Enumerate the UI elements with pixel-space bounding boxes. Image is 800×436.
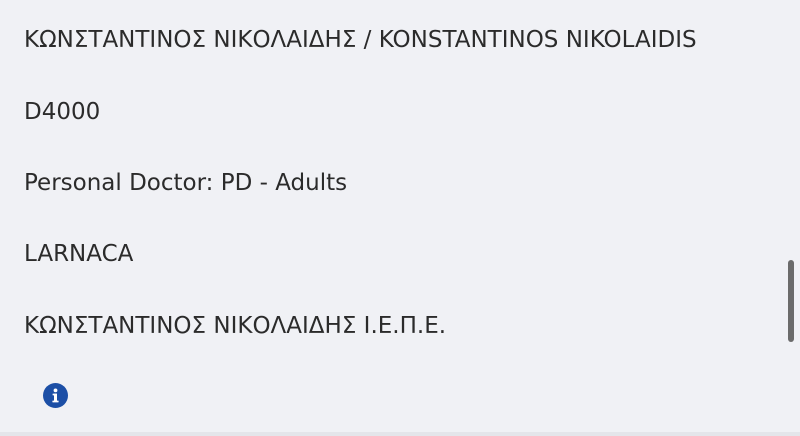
- info-icon[interactable]: [43, 383, 68, 408]
- doctor-code: D4000: [24, 99, 101, 125]
- provider-details-panel: ΚΩΝΣΤΑΝΤΙΝΟΣ ΝΙΚΟΛΑΙΔΗΣ / KONSTANTINOS N…: [0, 0, 800, 436]
- bottom-divider: [0, 432, 800, 436]
- doctor-name: ΚΩΝΣΤΑΝΤΙΝΟΣ ΝΙΚΟΛΑΙΔΗΣ / KONSTANTINOS N…: [24, 27, 697, 53]
- scrollbar-thumb[interactable]: [788, 260, 794, 342]
- doctor-specialty: Personal Doctor: PD - Adults: [24, 170, 348, 196]
- doctor-city: LARNACA: [24, 241, 134, 267]
- doctor-company: ΚΩΝΣΤΑΝΤΙΝΟΣ ΝΙΚΟΛΑΙΔΗΣ Ι.Ε.Π.Ε.: [24, 313, 447, 339]
